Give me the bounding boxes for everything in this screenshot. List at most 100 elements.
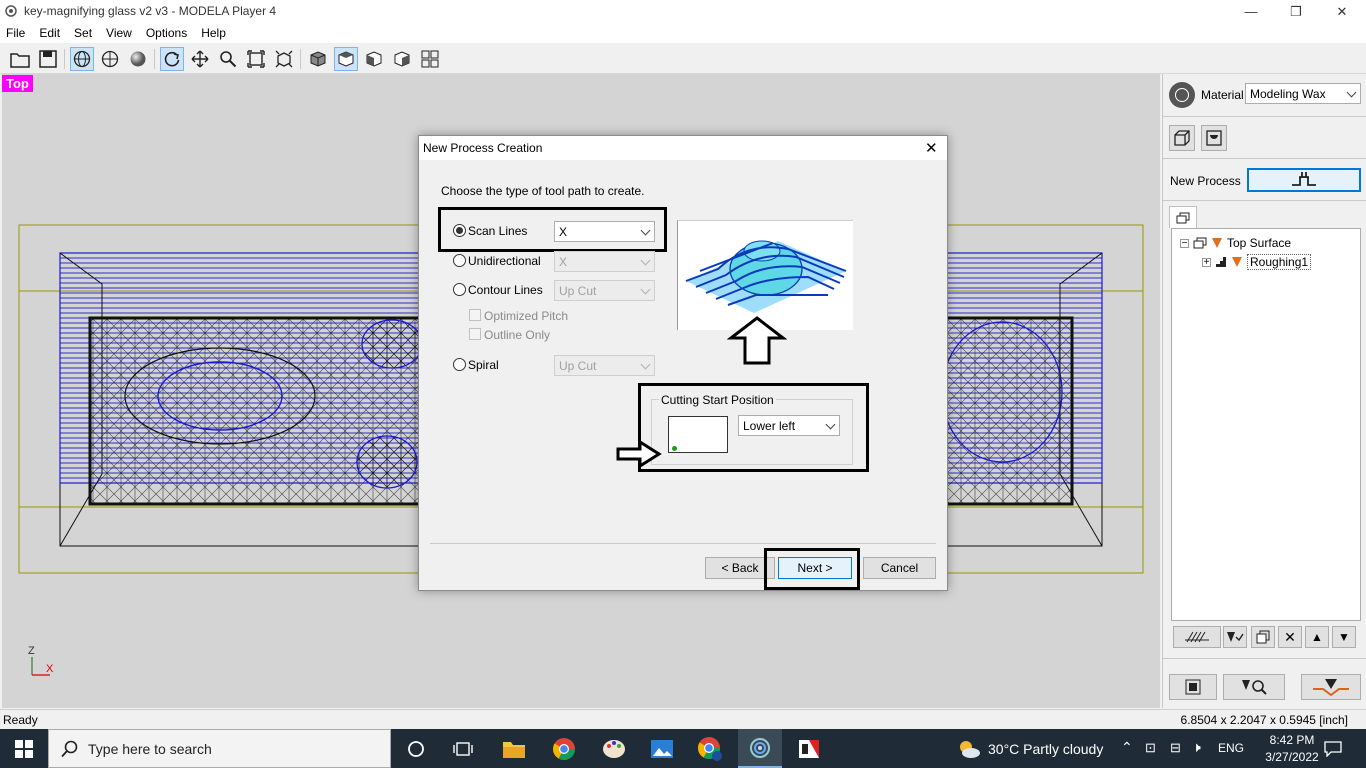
optimized-pitch-checkbox[interactable]	[469, 309, 481, 321]
workpiece-button[interactable]	[1169, 125, 1195, 151]
material-button[interactable]	[1169, 82, 1195, 108]
tool-check-icon	[1227, 632, 1244, 642]
taskbar: Type here to search 30°C Partly cloudy ⌃…	[0, 729, 1366, 768]
minimize-button[interactable]: —	[1228, 0, 1274, 23]
spiral-radio[interactable]	[453, 358, 466, 371]
task-view-button[interactable]	[396, 729, 436, 768]
menu-options[interactable]: Options	[139, 26, 194, 40]
toolpath-step-icon	[1292, 172, 1316, 186]
next-button[interactable]: Next >	[778, 557, 852, 579]
chrome-icon	[553, 737, 575, 760]
shaded-view-button[interactable]	[126, 47, 150, 71]
fit-icon	[247, 50, 265, 68]
zoom-box-button[interactable]	[272, 47, 296, 71]
unidirectional-radio[interactable]	[453, 254, 466, 267]
tool-search-icon	[1242, 680, 1267, 695]
cancel-button[interactable]: Cancel	[863, 557, 936, 579]
axis-z-label: Z	[28, 645, 35, 657]
globe-icon	[101, 50, 119, 68]
tool-select-button[interactable]	[1223, 626, 1247, 648]
sphere-icon	[130, 51, 146, 67]
menu-edit[interactable]: Edit	[32, 26, 67, 40]
tray-volume-muted-icon[interactable]: 🕨	[1192, 739, 1201, 756]
tray-chevron-up-icon[interactable]: ⌃	[1121, 739, 1133, 756]
taskbar-photos[interactable]	[641, 729, 683, 768]
start-button[interactable]	[0, 729, 48, 768]
menu-view[interactable]: View	[99, 26, 139, 40]
view-side-button[interactable]	[390, 47, 414, 71]
menu-set[interactable]: Set	[67, 26, 99, 40]
view-front-button[interactable]	[362, 47, 386, 71]
delete-button[interactable]: ✕	[1278, 626, 1302, 648]
scan-lines-direction-select[interactable]: X	[554, 221, 655, 242]
multi-view-button[interactable]	[418, 47, 442, 71]
toolbar	[0, 43, 1366, 74]
path-calc-button[interactable]	[1173, 626, 1221, 648]
taskbar-chrome[interactable]	[543, 729, 585, 768]
pan-button[interactable]	[188, 47, 212, 71]
save-button[interactable]	[36, 47, 60, 71]
weather-icon-wrap[interactable]	[954, 729, 984, 768]
preview-cut-button[interactable]	[1223, 674, 1285, 700]
start-point-icon	[672, 446, 677, 451]
contour-lines-radio[interactable]	[453, 283, 466, 296]
search-placeholder: Type here to search	[88, 741, 212, 757]
taskbar-chrome-profile[interactable]	[689, 729, 731, 768]
unidirectional-value: X	[559, 255, 568, 269]
hidden-line-view-button[interactable]	[98, 47, 122, 71]
close-button[interactable]: ✕	[1319, 0, 1365, 23]
move-up-button[interactable]: ▲	[1305, 626, 1329, 648]
open-button[interactable]	[8, 47, 32, 71]
new-process-button[interactable]	[1247, 168, 1361, 192]
notifications-button[interactable]	[1318, 729, 1348, 768]
view-iso-button[interactable]	[306, 47, 330, 71]
tray-network-icon[interactable]: ⊟	[1170, 740, 1181, 756]
close-icon: ✕	[925, 140, 938, 157]
path-lines-icon	[1185, 631, 1209, 643]
zoom-button[interactable]	[216, 47, 240, 71]
chevron-down-icon	[640, 225, 651, 236]
model-button[interactable]	[1201, 125, 1227, 151]
tray-device-icon[interactable]: ⊡	[1145, 740, 1156, 756]
taskbar-app-other[interactable]	[788, 729, 830, 768]
unidirectional-select[interactable]: X	[554, 251, 655, 272]
layers-icon	[1176, 212, 1190, 223]
palette-icon	[603, 739, 625, 758]
rotate-button[interactable]	[160, 47, 184, 71]
taskbar-paint[interactable]	[593, 729, 635, 768]
clock-time[interactable]: 8:42 PM	[1262, 733, 1322, 747]
chevron-down-icon	[640, 359, 651, 370]
material-select[interactable]: Modeling Wax	[1245, 83, 1361, 104]
outline-only-checkbox[interactable]	[469, 328, 481, 340]
tab-process-tree[interactable]	[1169, 206, 1197, 228]
scan-lines-radio[interactable]	[453, 224, 466, 237]
tree-item-roughing1[interactable]: + Roughing1	[1202, 254, 1312, 270]
weather-text[interactable]: 30°C Partly cloudy	[988, 741, 1103, 757]
notification-icon	[1324, 740, 1342, 757]
wireframe-view-button[interactable]	[70, 47, 94, 71]
menu-bar: File Edit Set View Options Help	[0, 23, 1366, 43]
contour-lines-select[interactable]: Up Cut	[554, 280, 655, 301]
contour-lines-label: Contour Lines	[468, 283, 543, 297]
cube-front-icon	[366, 51, 382, 67]
move-down-button[interactable]: ▼	[1332, 626, 1356, 648]
cube-icon	[310, 51, 326, 67]
tree-item-top-surface[interactable]: − Top Surface	[1180, 236, 1291, 250]
dialog-title-bar: New Process Creation ✕	[419, 136, 947, 160]
menu-file[interactable]: File	[0, 26, 32, 40]
menu-help[interactable]: Help	[194, 26, 233, 40]
copy-button[interactable]	[1251, 626, 1275, 648]
spiral-select[interactable]: Up Cut	[554, 355, 655, 376]
language-indicator[interactable]: ENG	[1218, 741, 1244, 755]
cut-button[interactable]	[1301, 674, 1361, 700]
search-box[interactable]: Type here to search	[48, 729, 391, 768]
timeline-button[interactable]	[443, 729, 483, 768]
cutting-start-select[interactable]: Lower left	[738, 415, 840, 436]
dialog-close-button[interactable]: ✕	[925, 139, 938, 157]
taskbar-file-explorer[interactable]	[493, 729, 535, 768]
view-top-button[interactable]	[334, 47, 358, 71]
preview-button[interactable]	[1169, 674, 1217, 700]
fit-button[interactable]	[244, 47, 268, 71]
taskbar-modela-player[interactable]	[738, 729, 782, 768]
restore-button[interactable]: ❐	[1273, 0, 1319, 23]
